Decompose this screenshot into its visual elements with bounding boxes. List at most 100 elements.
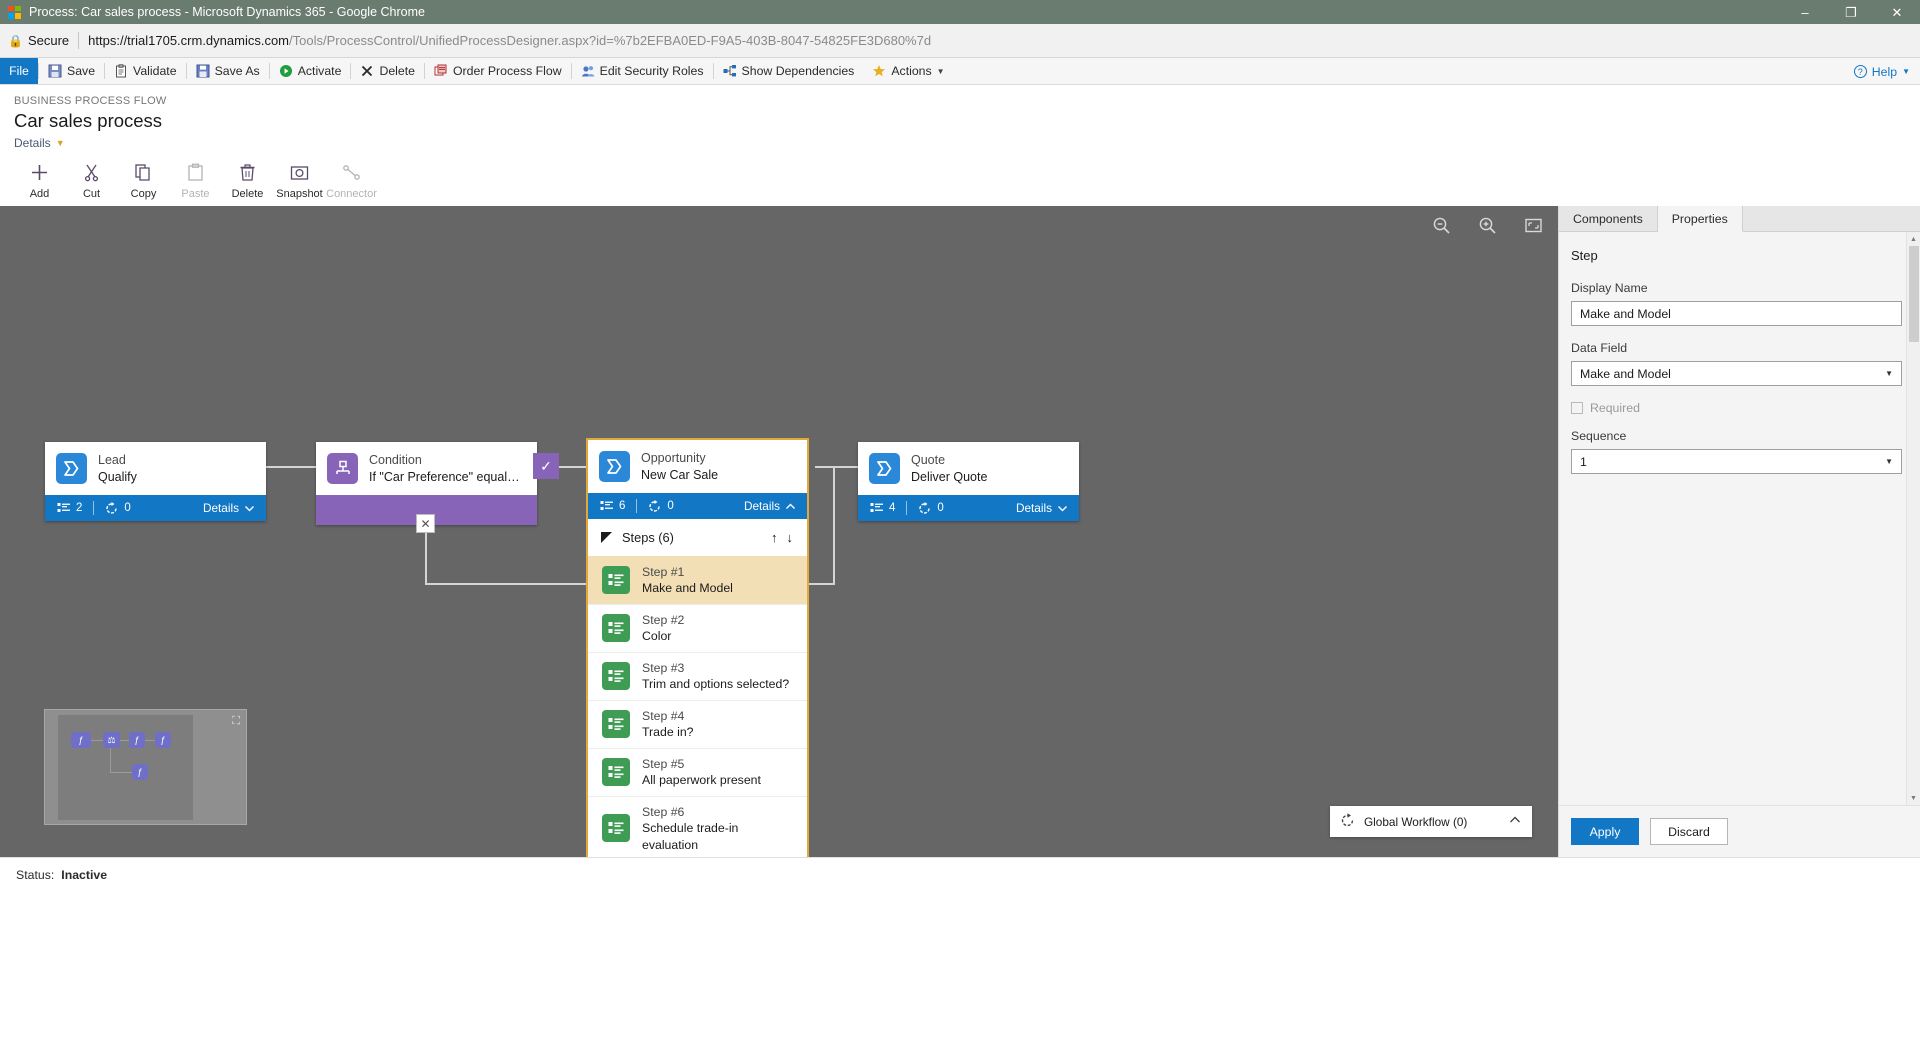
stage-node-header: Lead Qualify <box>45 442 266 495</box>
stage-node-toolbar: 2 0 Details <box>45 495 266 521</box>
connector-icon <box>342 163 361 182</box>
paste-icon <box>186 163 205 182</box>
url-text[interactable]: https://trial1705.crm.dynamics.com/Tools… <box>88 33 931 48</box>
data-field-select[interactable]: Make and Model ▼ <box>1571 361 1902 386</box>
toolbar-divider <box>636 499 638 513</box>
stage-node-lead[interactable]: Lead Qualify 2 0 Details <box>45 442 266 521</box>
fit-to-screen-icon[interactable] <box>1522 214 1544 236</box>
ribbon-order-process-flow-button[interactable]: Order Process Flow <box>425 58 571 84</box>
ribbon-validate-button[interactable]: Validate <box>105 58 186 84</box>
windows-logo-icon <box>8 5 21 19</box>
condition-node-name: Condition <box>369 453 422 467</box>
global-workflow-bar[interactable]: Global Workflow (0) <box>1330 806 1532 837</box>
minimize-button[interactable]: – <box>1782 0 1828 24</box>
toolbar-add-button[interactable]: Add <box>16 160 63 200</box>
toolbar-snapshot-button[interactable]: Snapshot <box>276 160 323 200</box>
properties-panel: Components Properties Step Display Name … <box>1558 206 1920 857</box>
properties-actions: Apply Discard <box>1559 805 1920 857</box>
page-header: BUSINESS PROCESS FLOW Car sales process … <box>0 85 1920 152</box>
stage-details-button[interactable]: Details <box>744 499 796 513</box>
required-checkbox[interactable] <box>1571 402 1583 414</box>
ribbon-edit-security-roles-button[interactable]: Edit Security Roles <box>572 58 713 84</box>
step-list-item[interactable]: Step #1 Make and Model <box>588 556 807 604</box>
step-icon <box>602 662 630 691</box>
properties-section-title: Step <box>1571 248 1598 263</box>
minimap-viewport[interactable]: ƒ ⚖ ƒ ƒ ƒ <box>58 715 193 820</box>
condition-icon <box>327 453 358 484</box>
browser-address-bar[interactable]: 🔒 Secure https://trial1705.crm.dynamics.… <box>0 24 1920 58</box>
zoom-out-icon[interactable] <box>1430 214 1452 236</box>
ribbon-delete-button[interactable]: Delete <box>351 58 424 84</box>
scroll-up-icon[interactable]: ▲ <box>1907 232 1920 246</box>
step-list-item[interactable]: Step #3 Trim and options selected? <box>588 651 807 700</box>
details-label: Details <box>14 136 51 150</box>
global-workflow-label: Global Workflow (0) <box>1364 814 1468 829</box>
chevron-up-icon[interactable] <box>1508 813 1522 830</box>
toolbar-paste-button[interactable]: Paste <box>172 160 219 200</box>
ribbon-show-dependencies-button[interactable]: Show Dependencies <box>714 58 864 84</box>
toolbar-copy-button[interactable]: Copy <box>120 160 167 200</box>
move-down-icon[interactable]: ↓ <box>787 530 794 545</box>
ribbon-activate-button[interactable]: Activate <box>270 58 351 84</box>
toolbar-cut-button[interactable]: Cut <box>68 160 115 200</box>
steps-section-label: Steps (6) <box>622 530 674 545</box>
minimap[interactable]: ⛶ ƒ ⚖ ƒ ƒ ƒ <box>44 709 247 825</box>
check-icon: ✓ <box>540 457 552 474</box>
condition-yes-badge[interactable]: ✓ <box>533 453 559 479</box>
minimap-expand-icon[interactable]: ⛶ <box>232 715 240 728</box>
step-icon <box>602 758 630 787</box>
discard-button[interactable]: Discard <box>1650 818 1728 845</box>
stage-workflows-count: 0 <box>937 502 944 514</box>
breadcrumb-eyebrow: BUSINESS PROCESS FLOW <box>14 95 167 107</box>
process-canvas[interactable]: Lead Qualify 2 0 Details Condition If "C… <box>0 206 1558 857</box>
condition-node[interactable]: Condition If "Car Preference" equals "Ne… <box>316 442 537 525</box>
tab-properties[interactable]: Properties <box>1657 206 1743 232</box>
tab-components[interactable]: Components <box>1559 206 1658 231</box>
step-name: All paperwork present <box>642 773 761 788</box>
apply-button[interactable]: Apply <box>1571 818 1639 845</box>
stage-node-quote[interactable]: Quote Deliver Quote 4 0 Details <box>858 442 1079 521</box>
ribbon-save-as-button[interactable]: Save As <box>187 58 269 84</box>
toolbar-connector-button[interactable]: Connector <box>326 160 377 200</box>
step-text: Step #2 Color <box>642 612 684 645</box>
edit-security-roles-icon <box>581 64 595 78</box>
stage-details-button[interactable]: Details <box>203 501 255 515</box>
save-as-icon <box>196 64 210 78</box>
condition-no-badge[interactable]: ✕ <box>416 514 435 533</box>
step-list-item[interactable]: Step #2 Color <box>588 603 807 652</box>
ribbon-actions-button[interactable]: Actions ▼ <box>863 58 953 84</box>
properties-scrollbar[interactable]: ▲ ▼ <box>1906 232 1920 805</box>
required-label: Required <box>1590 401 1640 415</box>
copy-icon <box>134 163 153 182</box>
file-menu-button[interactable]: File <box>0 58 38 84</box>
step-list-item[interactable]: Step #6 Schedule trade-in evaluation <box>588 795 807 857</box>
step-text: Step #6 Schedule trade-in evaluation <box>642 804 795 853</box>
move-up-icon[interactable]: ↑ <box>771 530 778 545</box>
zoom-in-icon[interactable] <box>1476 214 1498 236</box>
step-list-item[interactable]: Step #5 All paperwork present <box>588 747 807 796</box>
stage-steps-count: 6 <box>619 500 626 512</box>
scrollbar-thumb[interactable] <box>1909 246 1919 342</box>
stage-node-opportunity[interactable]: Opportunity New Car Sale 6 0 Details Ste… <box>586 438 809 857</box>
chevron-down-icon: ▼ <box>55 138 65 148</box>
help-button[interactable]: ? Help ▼ <box>1853 58 1914 85</box>
ribbon-save-button[interactable]: Save <box>39 58 104 84</box>
stage-details-label: Details <box>202 501 239 515</box>
required-checkbox-row[interactable]: Required <box>1571 401 1902 415</box>
scroll-down-icon[interactable]: ▼ <box>1907 791 1920 805</box>
step-list-item[interactable]: Step #4 Trade in? <box>588 699 807 748</box>
connector-condition-branch-vertical <box>425 524 427 584</box>
minimap-node-condition: ⚖ <box>103 732 120 748</box>
toolbar-item-label: Connector <box>326 188 377 200</box>
close-button[interactable]: ✕ <box>1874 0 1920 24</box>
details-toggle[interactable]: Details ▼ <box>14 136 65 150</box>
step-name: Trade in? <box>642 725 694 740</box>
display-name-input[interactable]: Make and Model <box>1571 301 1902 326</box>
stage-details-button[interactable]: Details <box>1016 501 1068 515</box>
sequence-select[interactable]: 1 ▼ <box>1571 449 1902 474</box>
maximize-button[interactable]: ❐ <box>1828 0 1874 24</box>
steps-section-header[interactable]: Steps (6) ↑ ↓ <box>588 519 807 556</box>
toolbar-delete-button[interactable]: Delete <box>224 160 271 200</box>
step-icon <box>602 566 630 595</box>
sequence-value: 1 <box>1580 454 1587 469</box>
